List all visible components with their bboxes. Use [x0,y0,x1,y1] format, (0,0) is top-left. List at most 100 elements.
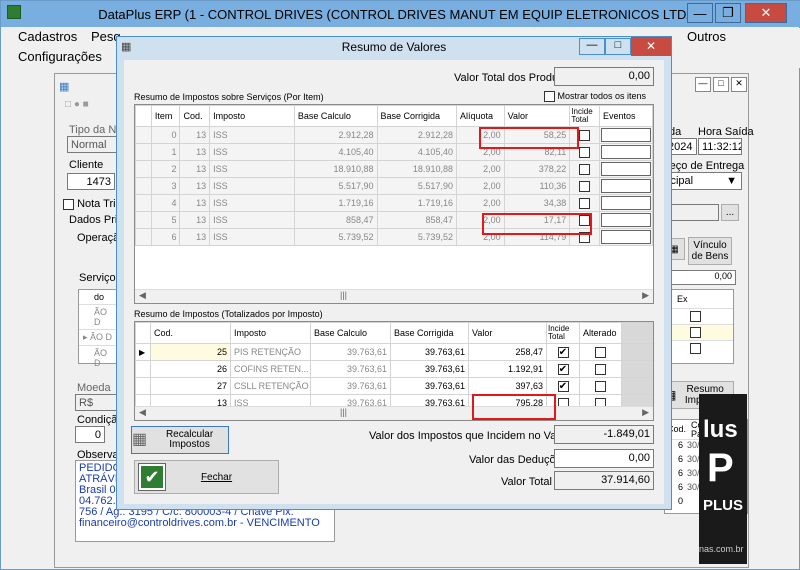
col-base-corrigida: Base Corrigida [376,105,457,127]
obs-line: financeiro@controldrives.com.br - VENCIM… [79,517,320,529]
app-icon [7,5,21,19]
table-cell: 13 [179,160,211,178]
calculator-icon: ▦ [132,431,148,448]
child-minimize-button[interactable]: — [695,77,711,92]
scroll-left-icon[interactable]: ◀ [139,290,146,301]
scroll-right-icon[interactable]: ▶ [642,407,649,418]
table-cell: 110,36 [503,177,571,195]
dialog-close-button[interactable]: ✕ [631,37,671,56]
table-cell: 13 [179,177,211,195]
vinculo-bens-button[interactable]: Vínculo de Bens [688,237,732,265]
child-maximize-button[interactable]: □ [713,77,729,92]
incide-total-checkbox[interactable]: ✔ [546,343,580,361]
scroll-thumb[interactable]: ||| [340,407,347,417]
table-cell: 2,00 [455,160,505,178]
highlight-box [479,127,579,149]
table-row[interactable]: 3 13 ISS 5.517,90 5.517,90 2,00 110,36 [135,177,653,195]
incide-total-checkbox[interactable]: ✔ [546,377,580,395]
valor-total-label: Valor Total [501,476,552,488]
table-header-row: Cod. Imposto Base Calculo Base Corrigida… [135,322,653,344]
servicos-group-label: Resumo de Impostos sobre Serviços (Por I… [134,92,324,102]
col-valor: Valor [468,322,547,344]
dialog-body: Valor Total dos Produtos 0,00 Resumo de … [124,60,664,504]
table-cell: 18.910,88 [376,160,457,178]
moeda-field[interactable]: R$ [75,394,119,411]
resumo-valores-dialog: ▦ Resumo de Valores — □ ✕ Valor Total do… [116,36,672,510]
alterado-checkbox[interactable] [579,377,622,395]
table-cell: 25 [150,343,231,361]
table-cell: 39.763,61 [390,343,469,361]
eventos-cell[interactable] [598,177,653,195]
scroll-thumb[interactable]: ||| [340,290,347,300]
alterado-checkbox[interactable] [579,360,622,378]
cliente-field[interactable]: 1473 [67,173,115,190]
table-cell: 5.739,52 [376,228,457,246]
eventos-cell[interactable] [598,194,653,212]
incide-total-checkbox[interactable] [569,177,600,195]
restore-button[interactable]: ❐ [715,3,741,23]
eventos-cell[interactable] [598,228,653,246]
child-window-icon: ▦ [59,81,70,93]
dataplus-logo: lus P PLUS nas.com.br [699,394,747,564]
valor-deducoes-field[interactable]: 0,00 [554,449,654,468]
eventos-cell[interactable] [598,211,653,229]
ellipsis-button[interactable]: ... [721,204,739,221]
fechar-button[interactable]: ✔ Fechar [134,460,279,494]
eventos-cell[interactable] [598,160,653,178]
scroll-left-icon[interactable]: ◀ [139,407,146,418]
incide-total-checkbox[interactable] [569,194,600,212]
table-cell: 858,47 [376,211,457,229]
right-bg-grid: Ex [664,289,734,364]
table-cell: 397,63 [468,377,547,395]
checkbox[interactable] [665,308,733,324]
servicos-bg-grid: do ÃO D ▸ ÃO D ÃO D [78,289,118,368]
mostrar-todos-checkbox[interactable]: Mostrar todos os itens [544,91,646,103]
endereco-entrega-select[interactable]: icipal ▼ [664,172,742,190]
col-cod: Cod. [179,105,211,127]
col-incide-total: Incide Total [546,322,580,344]
table-cell: 5.739,52 [293,228,378,246]
tipo-nota-field[interactable]: Normal [67,136,119,153]
dialog-maximize-button[interactable]: □ [605,38,631,55]
alterado-checkbox[interactable] [579,343,622,361]
minimize-button[interactable]: — [687,3,713,23]
col-imposto: Imposto [230,322,311,344]
condicao-field[interactable]: 0 [75,426,105,443]
valor-deducoes-label: Valor das Deduções [469,454,568,466]
hora-saida-label: Hora Saída [698,126,754,138]
table-row[interactable]: ▶ 25 PIS RETENÇÃO 39.763,61 39.763,61 258,47 ✔ [135,343,653,361]
col-base-corrigida: Base Corrigida [390,322,469,344]
totalizados-group-label: Resumo de Impostos (Totalizados por Impo… [134,309,323,319]
totalizados-hscrollbar[interactable]: ◀ ||| ▶ [135,406,653,420]
scroll-right-icon[interactable]: ▶ [642,290,649,301]
menu-outros[interactable]: Outros [687,29,726,44]
checkbox[interactable] [665,324,733,341]
dialog-minimize-button[interactable]: — [579,38,605,55]
checkbox[interactable] [665,340,733,356]
table-row[interactable]: 26 COFINS RETEN... 39.763,61 39.763,61 1.192… [135,360,653,378]
hora-saida-field[interactable]: 11:32:12 [698,138,742,155]
menu-configuracoes[interactable]: Configurações [18,49,102,64]
eventos-cell[interactable] [598,126,653,144]
table-cell: 5.517,90 [293,177,378,195]
table-cell: 39.763,61 [310,343,391,361]
table-cell: 13 [179,143,211,161]
incide-total-checkbox[interactable]: ✔ [546,360,580,378]
table-row[interactable]: 4 13 ISS 1.719,16 1.719,16 2,00 34,38 [135,194,653,212]
menu-cadastros[interactable]: Cadastros [18,29,77,44]
recalcular-impostos-button[interactable]: ▦ Recalcular Impostos [131,426,229,454]
servicos-hscrollbar[interactable]: ◀ ||| ▶ [135,289,653,303]
col-alterado: Alterado [579,322,622,344]
dialog-titlebar: ▦ Resumo de Valores — □ ✕ [117,37,671,57]
table-row[interactable]: 27 CSLL RETENÇÃO 39.763,61 39.763,61 397,63 ✔ [135,377,653,395]
dialog-icon: ▦ [121,41,132,53]
table-row[interactable]: 2 13 ISS 18.910,88 18.910,88 2,00 378,22 [135,160,653,178]
eventos-cell[interactable] [598,143,653,161]
child-close-button[interactable]: ✕ [731,77,747,92]
table-cell: ISS [209,211,295,229]
close-button[interactable]: ✕ [745,3,787,23]
amount-field[interactable]: 0,00 [664,270,736,285]
col-cod: Cod. [150,322,231,344]
col-imposto: Imposto [209,105,295,127]
incide-total-checkbox[interactable] [569,160,600,178]
